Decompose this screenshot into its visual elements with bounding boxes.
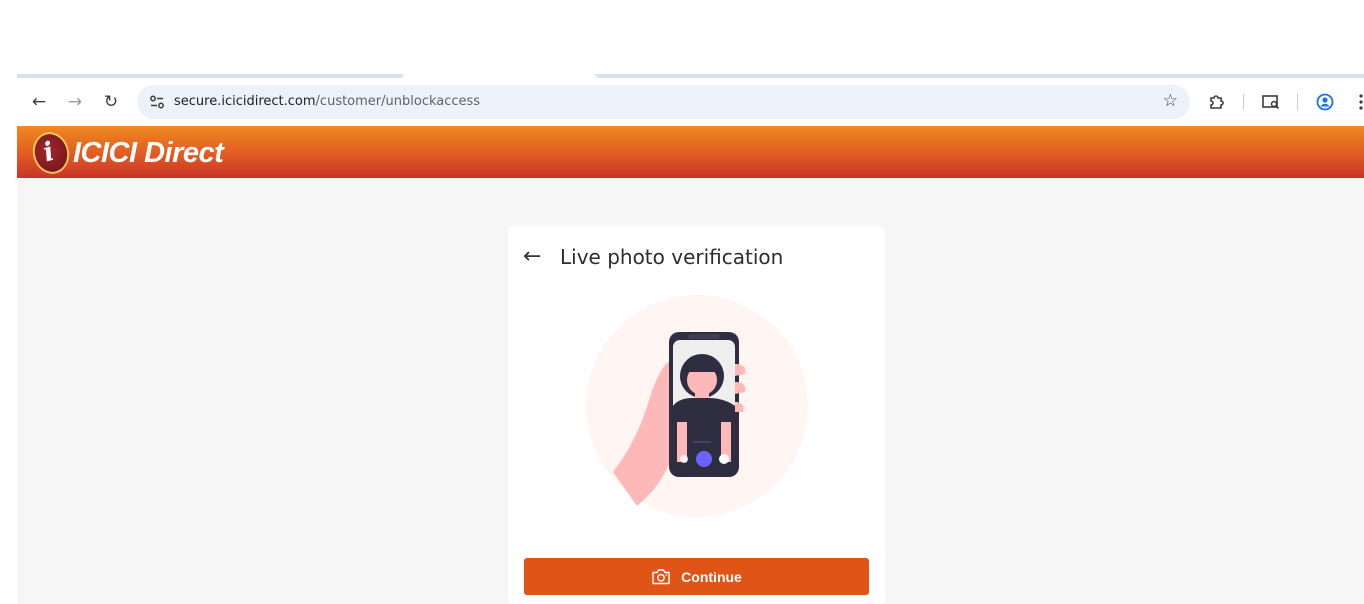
site-info-button[interactable] [145,90,169,114]
browser-toolbar: ← → ↻ secure.icicidirect.com/customer/un… [17,80,1364,125]
back-button[interactable]: ← [26,89,52,115]
profile-icon [1316,93,1334,111]
icici-direct-logo[interactable]: i ICICI Direct [28,128,224,178]
extensions-button[interactable] [1205,90,1229,114]
bookmark-button[interactable]: ☆ [1163,91,1178,111]
address-bar[interactable]: secure.icicidirect.com/customer/unblocka… [137,85,1190,119]
browser-menu-button[interactable] [1349,90,1364,114]
tab-search-button[interactable] [1259,90,1283,114]
page-content: ← Live photo verification Continue [17,178,1364,604]
continue-button[interactable]: Continue [524,558,869,595]
profile-button[interactable] [1313,90,1337,114]
back-arrow-icon: ← [31,92,47,112]
puzzle-icon [1210,95,1224,109]
toolbar-separator [1243,94,1244,110]
back-button[interactable]: ← [523,244,541,269]
verification-card: ← Live photo verification Continue [508,226,885,604]
star-icon: ☆ [1162,91,1178,111]
url-host: secure.icicidirect.com [174,94,316,109]
inactive-tab-edge[interactable] [595,74,1364,78]
person-taking-selfie-illustration [586,295,808,517]
inactive-tab-edge[interactable] [17,74,404,78]
site-header: i ICICI Direct [17,126,1364,178]
toolbar-separator [1297,94,1298,110]
reload-icon: ↻ [103,92,119,112]
logo-text: ICICI Direct [73,136,224,169]
url-text[interactable]: secure.icicidirect.com/customer/unblocka… [174,94,480,109]
forward-button[interactable]: → [62,89,88,115]
back-arrow-icon: ← [523,244,542,269]
tune-icon [150,95,164,109]
logo-mark: i [28,128,74,178]
tab-search-icon [1262,95,1280,110]
kebab-menu-icon [1359,94,1363,110]
camera-icon [652,569,670,585]
continue-label: Continue [681,568,742,585]
page-title: Live photo verification [560,245,784,269]
forward-arrow-icon: → [67,92,83,112]
url-path: /customer/unblockaccess [315,94,481,109]
reload-button[interactable]: ↻ [98,89,124,115]
